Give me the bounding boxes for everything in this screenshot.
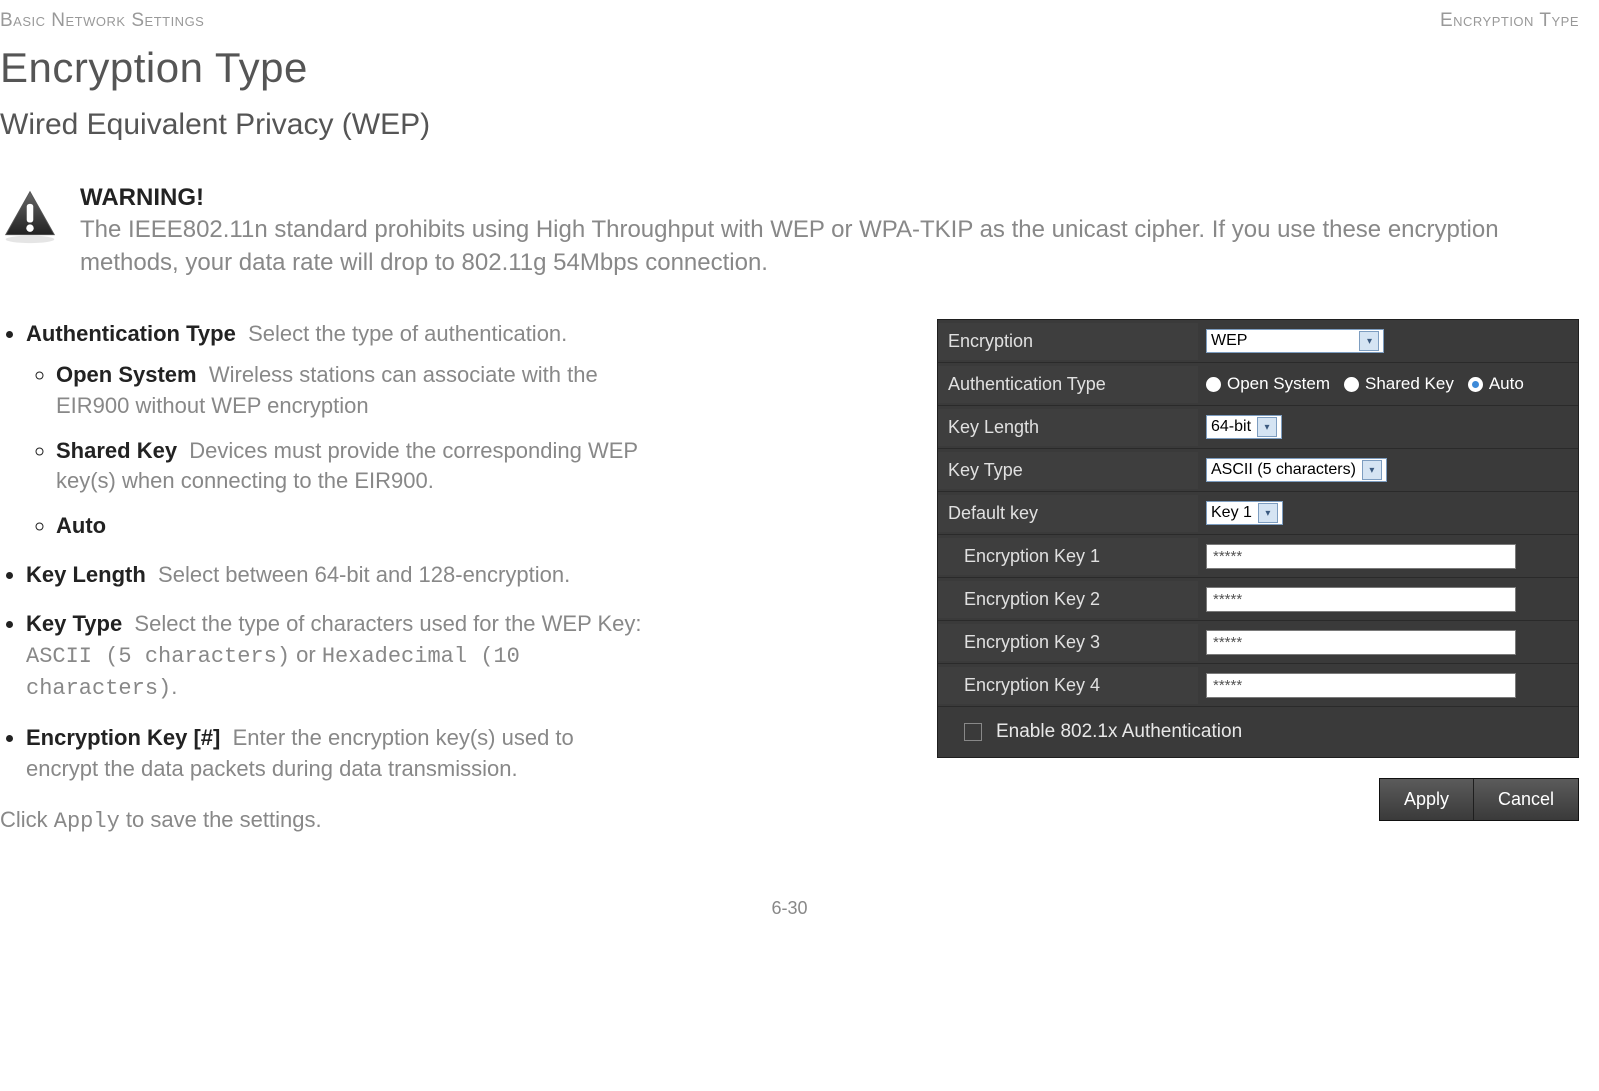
auth-shared-key-label: Shared Key — [1365, 374, 1454, 394]
section-title: Wired Equivalent Privacy (WEP) — [0, 108, 1579, 142]
enable-8021x-checkbox[interactable] — [964, 723, 982, 741]
def-key-length-desc: Select between 64-bit and 128-encryption… — [158, 562, 570, 587]
label-default-key: Default key — [938, 495, 1198, 532]
running-header-left: Basic Network Settings — [0, 10, 204, 32]
def-open-system-term: Open System — [56, 362, 197, 387]
chevron-down-icon: ▾ — [1258, 503, 1278, 523]
warning-heading: WARNING! — [80, 182, 1579, 214]
warning-body: The IEEE802.11n standard prohibits using… — [80, 214, 1579, 279]
def-key-type-term: Key Type — [26, 611, 122, 636]
encryption-key-2-input[interactable]: ***** — [1206, 587, 1516, 612]
chevron-down-icon: ▾ — [1257, 417, 1277, 437]
click-apply-line: Click Apply to save the settings. — [0, 805, 650, 838]
label-encryption: Encryption — [938, 323, 1198, 360]
key-length-value: 64-bit — [1211, 418, 1251, 436]
encryption-key-4-input[interactable]: ***** — [1206, 673, 1516, 698]
encryption-key-1-input[interactable]: ***** — [1206, 544, 1516, 569]
label-key3: Encryption Key 3 — [938, 624, 1198, 661]
def-auth-type-desc: Select the type of authentication. — [248, 321, 567, 346]
apply-button[interactable]: Apply — [1380, 779, 1473, 820]
running-header: Basic Network Settings Encryption Type — [0, 0, 1579, 44]
def-auto-term: Auto — [56, 513, 106, 538]
wep-settings-panel: Encryption WEP ▾ Authentication Type Ope… — [937, 319, 1579, 758]
def-key-type-mono1: ASCII (5 characters) — [26, 644, 290, 669]
warning-icon — [0, 188, 60, 244]
encryption-select-value: WEP — [1211, 332, 1247, 350]
enable-8021x-label: Enable 802.1x Authentication — [996, 721, 1242, 743]
running-header-right: Encryption Type — [1440, 10, 1579, 32]
def-key-type-mid: or — [290, 642, 322, 667]
chevron-down-icon: ▾ — [1362, 460, 1382, 480]
def-shared-key: Shared Key Devices must provide the corr… — [56, 436, 650, 498]
def-auto: Auto — [56, 511, 650, 542]
click-apply-mono: Apply — [54, 809, 120, 834]
def-auth-type: Authentication Type Select the type of a… — [26, 319, 650, 542]
label-key-type: Key Type — [938, 452, 1198, 489]
warning-text: WARNING! The IEEE802.11n standard prohib… — [80, 182, 1579, 279]
def-enc-key-term: Encryption Key [#] — [26, 725, 220, 750]
label-key2: Encryption Key 2 — [938, 581, 1198, 618]
page-number: 6-30 — [0, 898, 1579, 919]
radio-icon — [1206, 377, 1221, 392]
auth-open-system-label: Open System — [1227, 374, 1330, 394]
label-key4: Encryption Key 4 — [938, 667, 1198, 704]
auth-shared-key-radio[interactable]: Shared Key — [1344, 374, 1454, 394]
def-key-length: Key Length Select between 64-bit and 128… — [26, 560, 650, 591]
encryption-key-3-input[interactable]: ***** — [1206, 630, 1516, 655]
auth-auto-label: Auto — [1489, 374, 1524, 394]
auth-auto-radio[interactable]: Auto — [1468, 374, 1524, 394]
default-key-select[interactable]: Key 1 ▾ — [1206, 501, 1283, 525]
click-apply-prefix: Click — [0, 807, 54, 832]
def-key-type-suffix: . — [171, 674, 177, 699]
def-open-system: Open System Wireless stations can associ… — [56, 360, 650, 422]
radio-icon — [1344, 377, 1359, 392]
label-key-length: Key Length — [938, 409, 1198, 446]
page-title: Encryption Type — [0, 44, 1579, 92]
label-key1: Encryption Key 1 — [938, 538, 1198, 575]
label-auth-type: Authentication Type — [938, 366, 1198, 403]
def-key-type-pref: Select the type of characters used for t… — [134, 611, 641, 636]
key-type-select[interactable]: ASCII (5 characters) ▾ — [1206, 458, 1387, 482]
auth-open-system-radio[interactable]: Open System — [1206, 374, 1330, 394]
def-auth-type-term: Authentication Type — [26, 321, 236, 346]
def-key-type: Key Type Select the type of characters u… — [26, 609, 650, 705]
cancel-button[interactable]: Cancel — [1473, 779, 1578, 820]
encryption-select[interactable]: WEP ▾ — [1206, 329, 1384, 353]
click-apply-suffix: to save the settings. — [120, 807, 322, 832]
chevron-down-icon: ▾ — [1359, 331, 1379, 351]
def-enc-key: Encryption Key [#] Enter the encryption … — [26, 723, 650, 785]
warning-block: WARNING! The IEEE802.11n standard prohib… — [0, 182, 1579, 279]
panel-button-row: Apply Cancel — [1379, 778, 1579, 821]
radio-icon — [1468, 377, 1483, 392]
def-shared-key-term: Shared Key — [56, 438, 177, 463]
default-key-value: Key 1 — [1211, 504, 1252, 522]
key-type-value: ASCII (5 characters) — [1211, 461, 1356, 479]
key-length-select[interactable]: 64-bit ▾ — [1206, 415, 1282, 439]
definitions-column: Authentication Type Select the type of a… — [0, 319, 650, 837]
def-key-length-term: Key Length — [26, 562, 146, 587]
